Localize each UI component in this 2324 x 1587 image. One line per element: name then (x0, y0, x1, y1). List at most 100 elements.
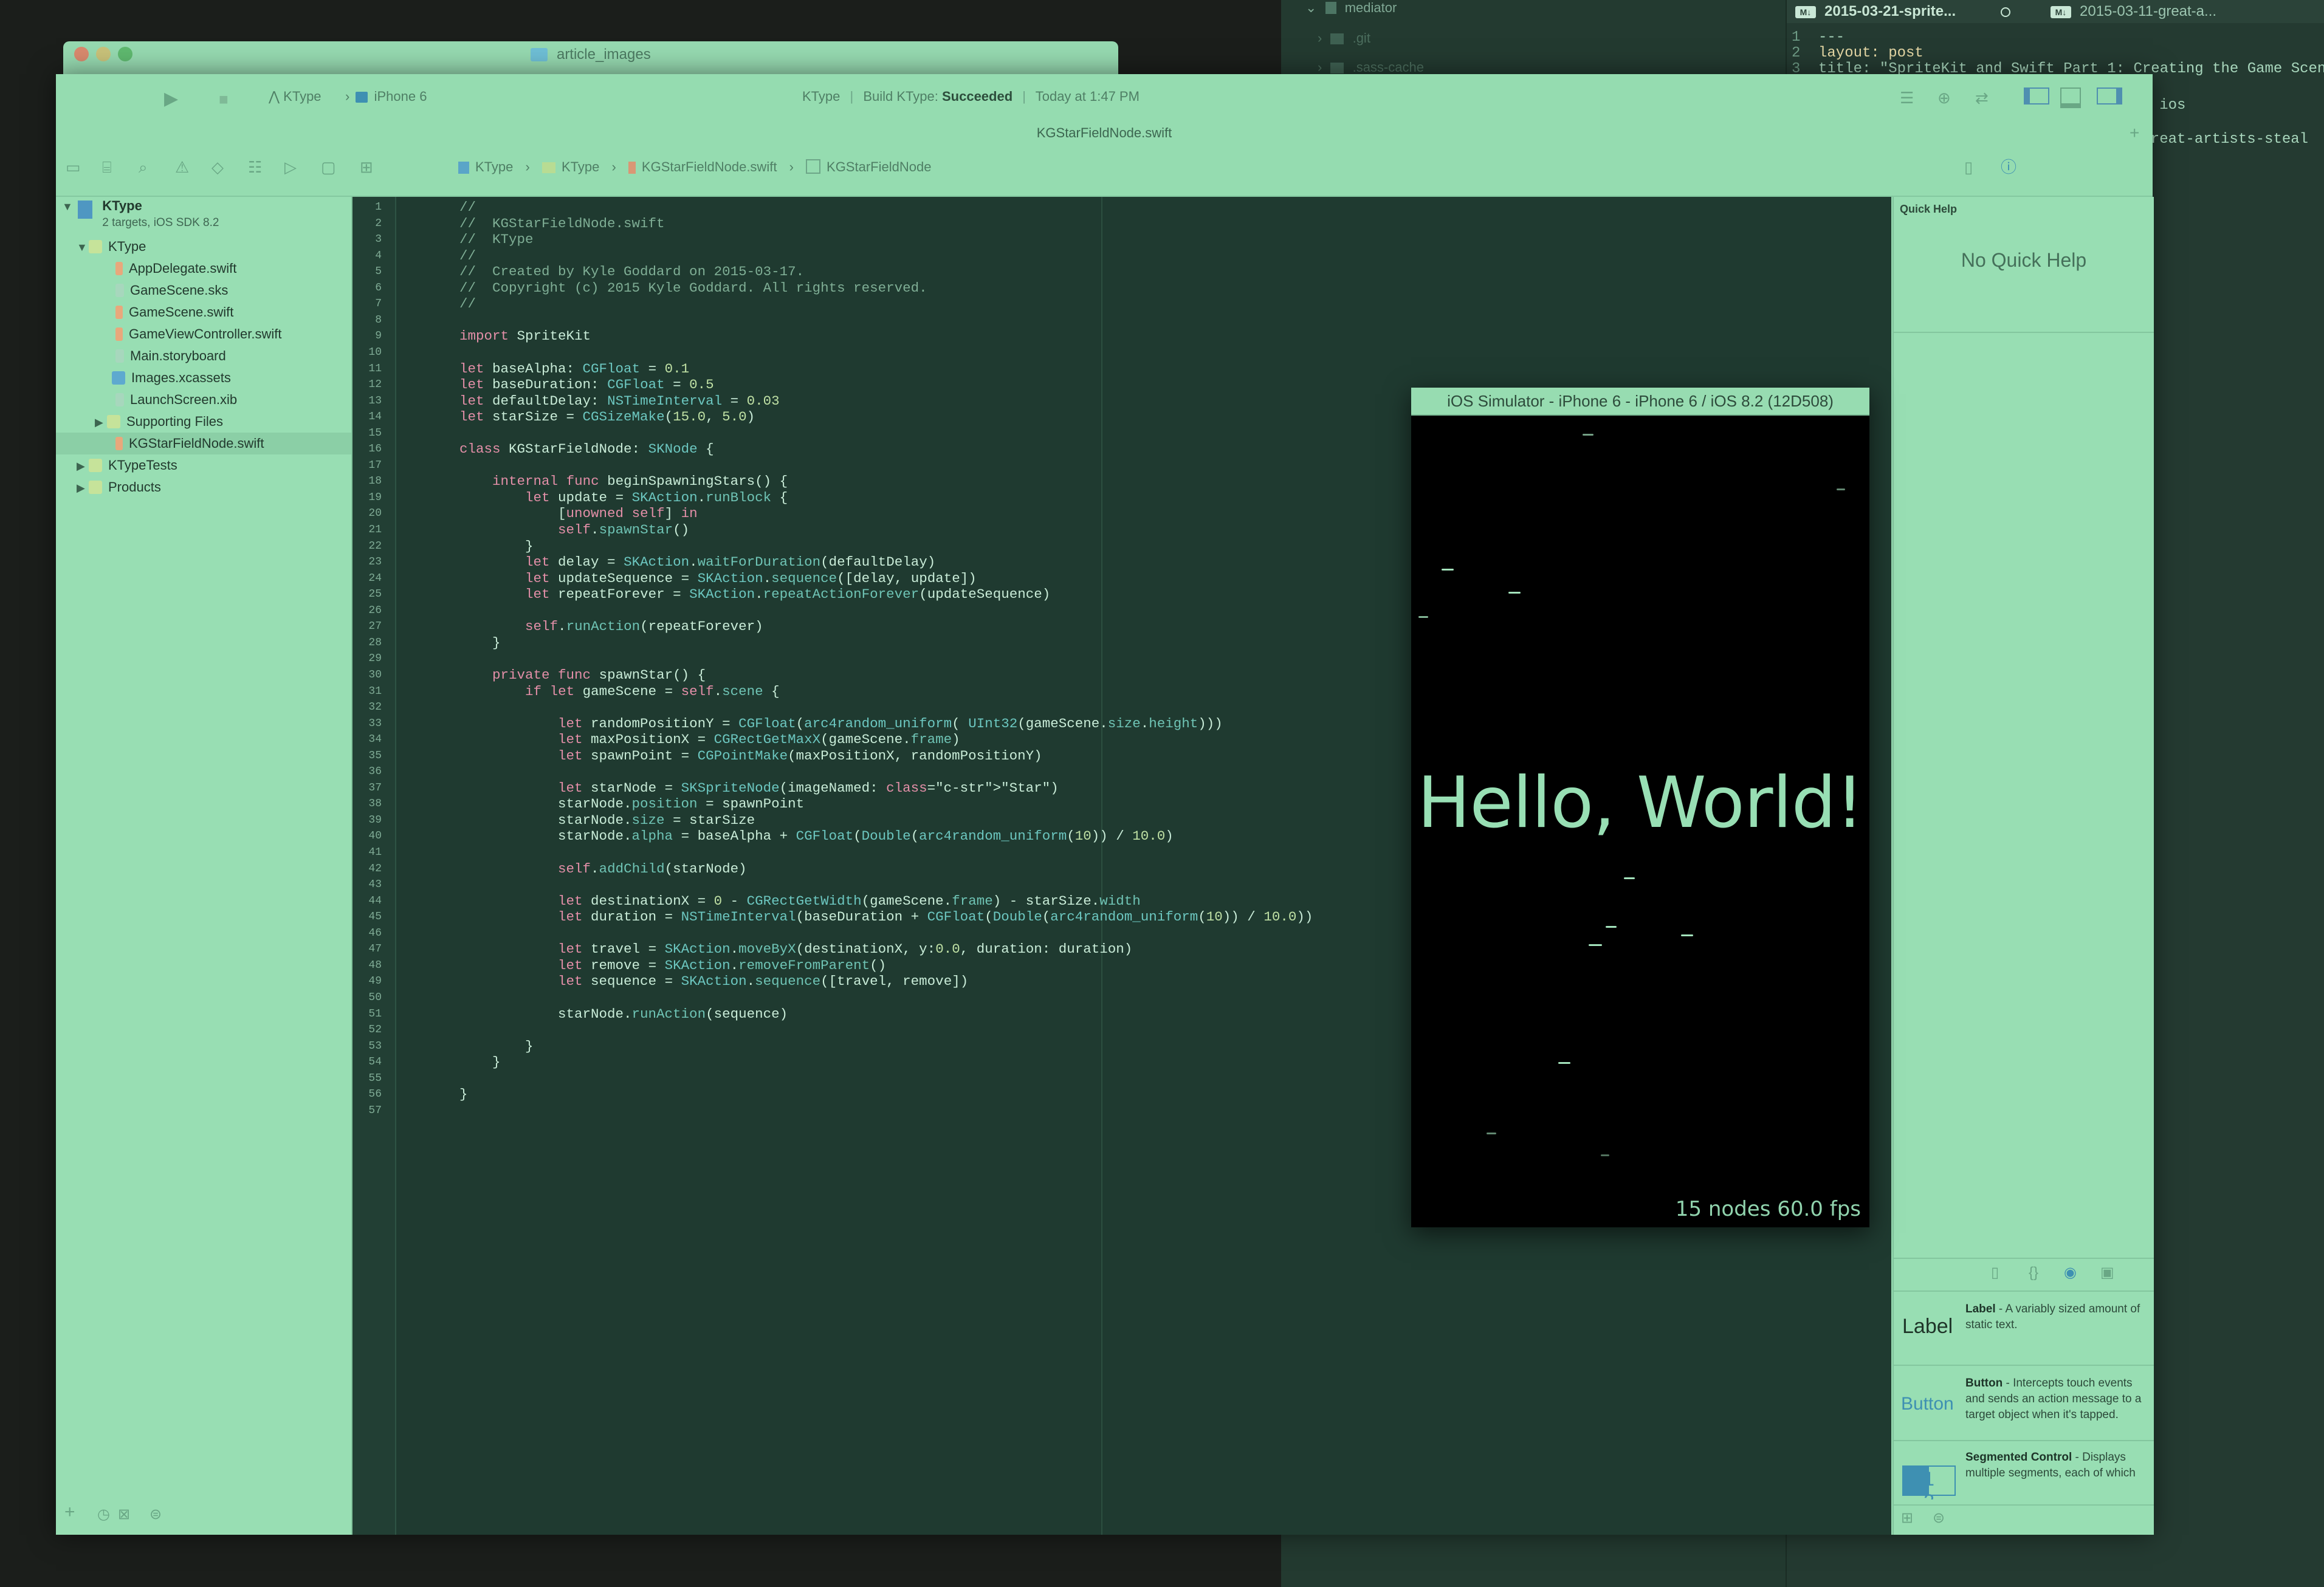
jumpbar-file[interactable]: KGStarFieldNode.swift (628, 159, 777, 174)
code-line[interactable]: } (459, 635, 501, 651)
library-item-segmented-control[interactable]: 1 2 Segmented Control - Displays multipl… (1894, 1440, 2154, 1500)
nav-file-appdelegate[interactable]: AppDelegate.swift (115, 258, 236, 279)
code-line[interactable]: let destinationX = 0 - CGRectGetWidth(ga… (459, 893, 1141, 909)
code-line[interactable]: let baseDuration: CGFloat = 0.5 (459, 377, 714, 392)
jumpbar-project[interactable]: KType (458, 159, 513, 174)
project-navigator-icon[interactable]: ▭ (66, 158, 81, 176)
code-line[interactable]: } (459, 1086, 468, 1102)
grid-view-icon[interactable]: ⊞ (1901, 1509, 1913, 1527)
code-line[interactable]: let defaultDelay: NSTimeInterval = 0.03 (459, 393, 780, 409)
code-line[interactable]: let duration = NSTimeInterval(baseDurati… (459, 909, 1313, 925)
device-selector[interactable]: › iPhone 6 (345, 89, 427, 105)
code-line[interactable]: let travel = SKAction.moveByX(destinatio… (459, 941, 1132, 957)
code-line[interactable]: let repeatForever = SKAction.repeatActio… (459, 586, 1050, 602)
code-line[interactable]: private func spawnStar() { (459, 667, 706, 683)
version-editor-icon[interactable]: ⇄ (1975, 89, 1989, 107)
test-navigator-icon[interactable]: ◇ (211, 158, 224, 176)
code-line[interactable]: // Created by Kyle Goddard on 2015-03-17… (459, 264, 804, 279)
code-line[interactable]: } (459, 538, 534, 554)
nav-group-ktypetests[interactable]: ▶ KTypeTests (77, 454, 177, 476)
filter-icon[interactable]: ⊜ (1933, 1509, 1945, 1527)
code-line[interactable]: let updateSequence = SKAction.sequence([… (459, 571, 977, 586)
code-line[interactable]: let update = SKAction.runBlock { (459, 490, 788, 506)
code-line[interactable]: let starSize = CGSizeMake(15.0, 5.0) (459, 409, 755, 425)
code-line[interactable]: let maxPositionX = CGRectGetMaxX(gameSce… (459, 732, 960, 747)
issue-navigator-icon[interactable]: ⚠ (175, 158, 189, 176)
code-line[interactable]: self.spawnStar() (459, 522, 689, 538)
code-line[interactable]: // (459, 248, 476, 264)
code-line[interactable]: // KType (459, 231, 534, 247)
code-line[interactable]: let sequence = SKAction.sequence([travel… (459, 973, 968, 989)
nav-file-launchscreen[interactable]: LaunchScreen.xib (115, 389, 237, 411)
code-line[interactable]: let baseAlpha: CGFloat = 0.1 (459, 361, 689, 377)
utilities-toggle-icon[interactable] (2097, 87, 2122, 105)
file-template-library-icon[interactable]: ▯ (1991, 1264, 1999, 1282)
add-file-icon[interactable]: + (64, 1503, 75, 1521)
code-line[interactable]: // Copyright (c) 2015 Kyle Goddard. All … (459, 280, 927, 296)
nav-file-gamescene-swift[interactable]: GameScene.swift (115, 301, 233, 323)
debug-area-toggle-icon[interactable] (2060, 87, 2081, 108)
code-line[interactable]: starNode.alpha = baseAlpha + CGFloat(Dou… (459, 828, 1174, 844)
code-line[interactable]: class KGStarFieldNode: SKNode { (459, 441, 714, 457)
nav-file-kgstarfieldnode[interactable]: KGStarFieldNode.swift (56, 433, 351, 454)
nav-group-products[interactable]: ▶ Products (77, 476, 161, 498)
nav-file-main-storyboard[interactable]: Main.storyboard (115, 345, 226, 367)
code-line[interactable]: [unowned self] in (459, 506, 698, 521)
code-line[interactable]: starNode.position = spawnPoint (459, 796, 804, 812)
code-line[interactable]: // (459, 296, 476, 312)
debug-navigator-icon[interactable]: ☷ (248, 158, 262, 176)
related-items-icon[interactable]: ⊞ (360, 158, 373, 176)
code-line[interactable]: let delay = SKAction.waitForDuration(def… (459, 554, 935, 570)
filter-icon[interactable]: ⊜ (150, 1506, 162, 1524)
navigator-toggle-icon[interactable] (2024, 87, 2049, 105)
sidebar-item-mediator[interactable]: ⌄ mediator (1305, 0, 1397, 16)
source-control-filter-icon[interactable]: ⊠ (118, 1506, 130, 1524)
nav-file-images-xcassets[interactable]: Images.xcassets (112, 367, 231, 389)
code-line[interactable]: starNode.size = starSize (459, 812, 755, 828)
stop-icon[interactable]: ■ (219, 90, 229, 108)
code-line[interactable]: let starNode = SKSpriteNode(imageNamed: … (459, 780, 1059, 796)
simulator-screen[interactable]: Hello, World! 15 nodes 60.0 fps (1411, 416, 1869, 1227)
add-tab-icon[interactable]: + (2130, 124, 2139, 142)
tab-great-artists-post[interactable]: M↓ 2015-03-11-great-a... (2042, 0, 2324, 23)
code-line[interactable]: internal func beginSpawningStars() { (459, 473, 788, 489)
file-inspector-icon[interactable]: ▯ (1964, 158, 1973, 176)
nav-group-ktype[interactable]: ▼ KType (77, 236, 146, 258)
code-line[interactable]: if let gameScene = self.scene { (459, 684, 780, 699)
sidebar-item-sass-cache[interactable]: › .sass-cache (1318, 60, 1424, 75)
code-line[interactable]: } (459, 1054, 501, 1070)
code-line[interactable]: } (459, 1038, 534, 1054)
standard-editor-icon[interactable]: ☰ (1900, 89, 1914, 107)
symbol-navigator-icon[interactable]: ⌸ (102, 158, 112, 176)
object-library-icon[interactable]: ◉ (2064, 1264, 2077, 1282)
quick-help-icon[interactable]: ⓘ (2001, 158, 2016, 176)
code-line[interactable]: let randomPositionY = CGFloat(arc4random… (459, 716, 1223, 732)
recent-files-icon[interactable]: ◷ (97, 1506, 110, 1524)
find-navigator-icon[interactable]: ⌕ (139, 158, 148, 176)
library-item-button[interactable]: Button Button - Intercepts touch events … (1894, 1365, 2154, 1441)
breakpoint-navigator-icon[interactable]: ▷ (284, 158, 297, 176)
code-line[interactable]: let remove = SKAction.removeFromParent() (459, 958, 886, 973)
report-navigator-icon[interactable]: ▢ (321, 158, 336, 176)
nav-file-gameviewcontroller[interactable]: GameViewController.swift (115, 323, 281, 345)
code-line[interactable]: import SpriteKit (459, 328, 591, 344)
scheme-selector[interactable]: ⋀ KType (269, 89, 321, 105)
code-line[interactable]: starNode.runAction(sequence) (459, 1006, 788, 1022)
run-icon[interactable]: ▶ (164, 90, 178, 108)
code-line[interactable]: let spawnPoint = CGPointMake(maxPosition… (459, 748, 1042, 764)
code-line[interactable]: self.runAction(repeatForever) (459, 619, 763, 634)
code-snippet-library-icon[interactable]: {} (2029, 1264, 2038, 1282)
tab-sprite-post[interactable]: M↓ 2015-03-21-sprite... (1787, 0, 2080, 23)
assistant-editor-icon[interactable]: ⊕ (1937, 89, 1951, 107)
project-root[interactable]: ▼ KType 2 targets, iOS SDK 8.2 (62, 198, 219, 235)
nav-group-supporting-files[interactable]: ▶ Supporting Files (95, 411, 223, 433)
code-line[interactable]: self.addChild(starNode) (459, 861, 747, 877)
nav-file-gamescene-sks[interactable]: GameScene.sks (115, 279, 228, 301)
media-library-icon[interactable]: ▣ (2100, 1264, 2114, 1282)
jumpbar-symbol[interactable]: KGStarFieldNode (806, 159, 931, 174)
code-line[interactable]: // KGStarFieldNode.swift (459, 216, 665, 231)
jumpbar-group[interactable]: KType (541, 159, 599, 174)
library-item-label[interactable]: Label Label - A variably sized amount of… (1894, 1291, 2154, 1366)
sidebar-item-git[interactable]: › .git (1318, 30, 1370, 46)
code-line[interactable]: // (459, 199, 476, 215)
